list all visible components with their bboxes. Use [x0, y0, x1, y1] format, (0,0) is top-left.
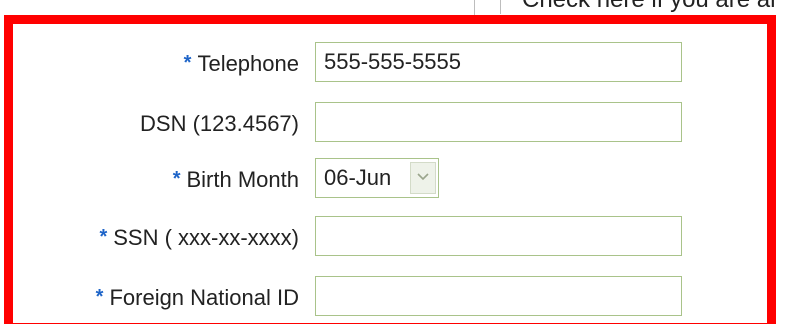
birth-month-label: * Birth Month	[173, 158, 299, 202]
foreign-national-id-input[interactable]	[315, 276, 682, 316]
foreign-national-id-label-text: Foreign National ID	[109, 285, 299, 310]
ssn-row: * SSN ( xxx-xx-xxxx)	[0, 216, 795, 260]
ssn-input[interactable]	[315, 216, 682, 256]
dsn-label: DSN (123.4567)	[140, 111, 299, 136]
telephone-label: * Telephone	[184, 42, 299, 86]
dsn-input[interactable]	[315, 102, 682, 142]
required-marker: *	[183, 52, 192, 74]
required-marker: *	[172, 168, 181, 190]
telephone-label-text: Telephone	[197, 51, 299, 76]
dsn-row: DSN (123.4567)	[0, 102, 795, 146]
divider	[500, 0, 501, 14]
required-marker: *	[99, 226, 108, 248]
birth-month-selected-value: 06-Jun	[324, 165, 392, 190]
ssn-label: * SSN ( xxx-xx-xxxx)	[99, 216, 299, 260]
telephone-input[interactable]	[315, 42, 682, 82]
checkbox-label-partial[interactable]: Check here if you are ar	[522, 0, 778, 14]
telephone-row: * Telephone	[0, 42, 795, 86]
select-dropdown-button[interactable]	[410, 162, 436, 194]
required-marker: *	[95, 286, 104, 308]
birth-month-row: * Birth Month 06-Jun	[0, 158, 795, 202]
foreign-national-id-row: * Foreign National ID	[0, 276, 795, 320]
foreign-national-id-label: * Foreign National ID	[96, 276, 299, 320]
birth-month-select[interactable]: 06-Jun	[315, 158, 439, 198]
birth-month-label-text: Birth Month	[186, 167, 300, 192]
chevron-down-icon	[417, 173, 429, 181]
ssn-label-text: SSN ( xxx-xx-xxxx)	[113, 225, 299, 250]
form-screenshot: Check here if you are ar *Telephone DSN …	[0, 0, 795, 324]
